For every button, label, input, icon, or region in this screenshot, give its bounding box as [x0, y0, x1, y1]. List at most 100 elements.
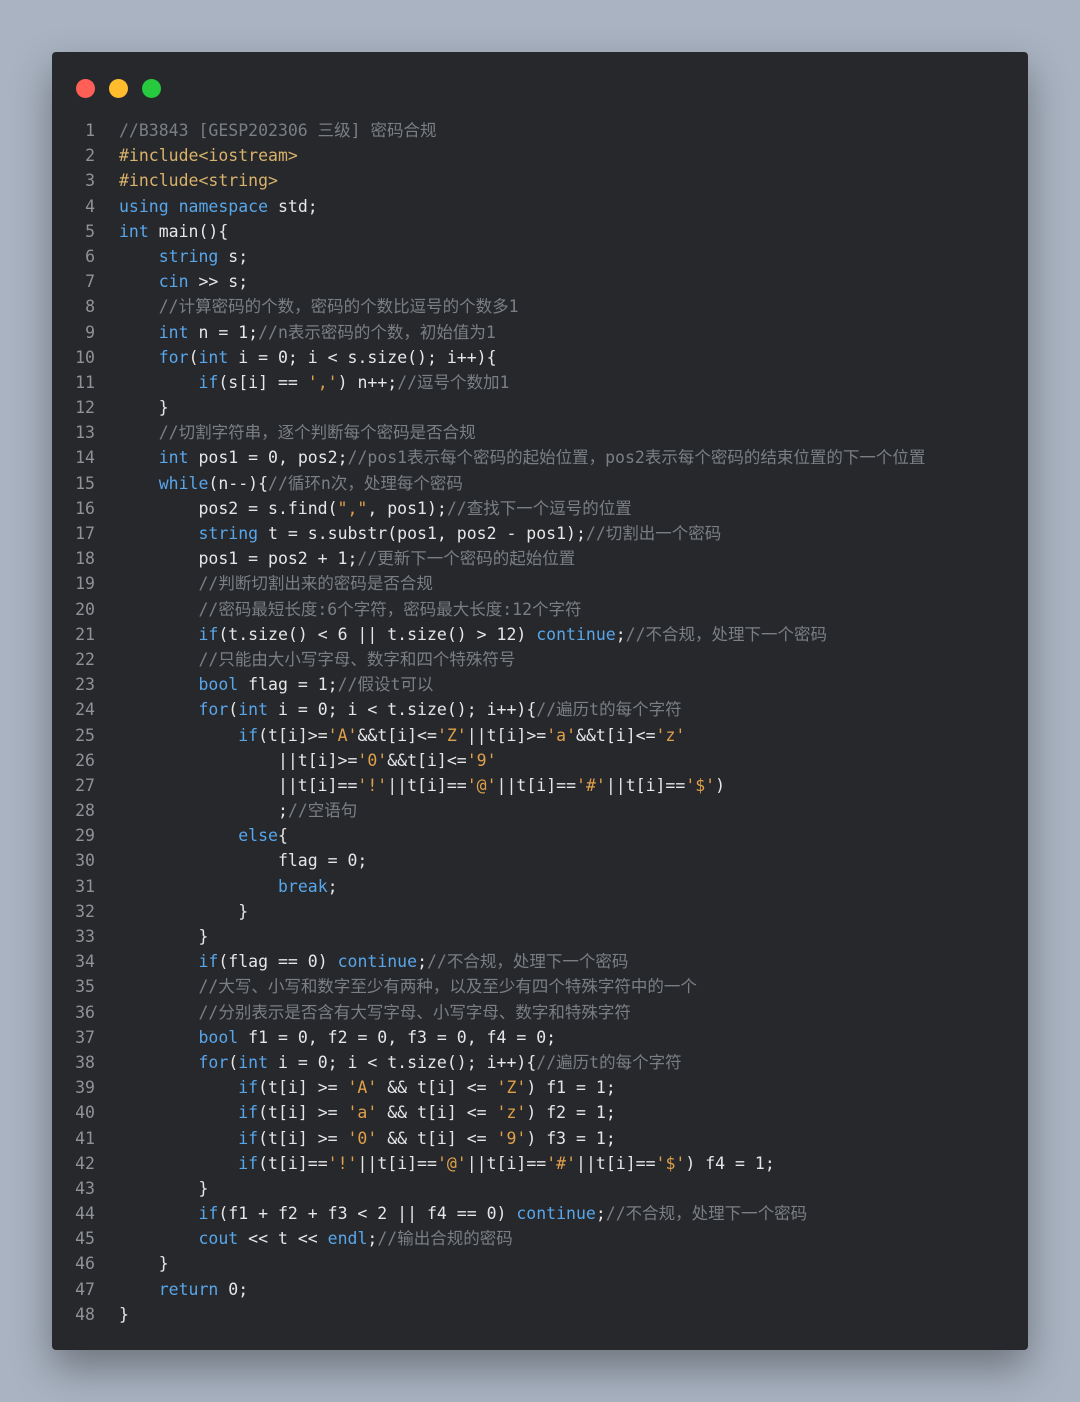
- code-text: flag = 0;: [119, 851, 368, 871]
- code-line: 46 }: [52, 1251, 1028, 1276]
- code-line: 6 string s;: [52, 244, 1028, 269]
- code-text: string s;: [158, 246, 249, 266]
- line-number: 48: [75, 1304, 95, 1324]
- line-number: 32: [75, 901, 95, 921]
- code-text: int n = 1;//n表示密码的个数，初始值为1: [158, 322, 496, 342]
- line-number: 35: [75, 977, 95, 997]
- code-line: 4 using namespace std;: [52, 194, 1028, 219]
- line-number: 5: [85, 221, 95, 241]
- line-number: 8: [85, 297, 95, 317]
- minimize-dot[interactable]: [109, 79, 128, 98]
- close-dot[interactable]: [76, 79, 95, 98]
- code-line: 16 pos2 = s.find(",", pos1);//查找下一个逗号的位置: [52, 496, 1028, 521]
- window-controls: [76, 79, 161, 98]
- code-line: 33 }: [52, 924, 1028, 949]
- line-number: 44: [75, 1204, 95, 1224]
- line-number: 16: [75, 498, 95, 518]
- code-text: }: [119, 1178, 209, 1198]
- code-text: #include<iostream>: [119, 146, 298, 166]
- code-text: return 0;: [158, 1279, 249, 1299]
- code-line: 32 }: [52, 899, 1028, 924]
- line-number: 26: [75, 750, 95, 770]
- code-text: while(n--){//循环n次，处理每个密码: [158, 473, 463, 493]
- code-text: //切割字符串，逐个判断每个密码是否合规: [158, 423, 476, 443]
- code-text: cin >> s;: [158, 272, 249, 292]
- code-line: 29 else{: [52, 823, 1028, 848]
- line-number: 40: [75, 1103, 95, 1123]
- code-line: 47 return 0;: [52, 1277, 1028, 1302]
- zoom-dot[interactable]: [142, 79, 161, 98]
- code-line: 31 break;: [52, 874, 1028, 899]
- code-line: 5 int main(){: [52, 219, 1028, 244]
- code-text: if(f1 + f2 + f3 < 2 || f4 == 0) continue…: [198, 1204, 808, 1224]
- code-text: ||t[i]>='0'&&t[i]<='9': [119, 750, 497, 770]
- code-line: 1 //B3843 [GESP202306 三级] 密码合规: [52, 118, 1028, 143]
- line-number: 29: [75, 826, 95, 846]
- code-window: 1 //B3843 [GESP202306 三级] 密码合规 2 #include<i…: [52, 52, 1028, 1350]
- code-line: 39 if(t[i] >= 'A' && t[i] <= 'Z') f1 = 1…: [52, 1075, 1028, 1100]
- line-number: 10: [75, 347, 95, 367]
- code-line: 14 int pos1 = 0, pos2;//pos1表示每个密码的起始位置，…: [52, 445, 1028, 470]
- code-text: int main(){: [119, 221, 229, 241]
- code-text: //计算密码的个数，密码的个数比逗号的个数多1: [158, 297, 519, 317]
- line-number: 4: [85, 196, 95, 216]
- line-number: 18: [75, 549, 95, 569]
- code-line: 12 }: [52, 395, 1028, 420]
- code-line: 20 //密码最短长度:6个字符，密码最大长度:12个字符: [52, 597, 1028, 622]
- code-text: }: [119, 927, 209, 946]
- code-text: if(t.size() < 6 || t.size() > 12) contin…: [198, 624, 828, 644]
- code-line: 23 bool flag = 1;//假设t可以: [52, 672, 1028, 697]
- line-number: 7: [85, 272, 95, 292]
- line-number: 45: [75, 1229, 95, 1249]
- code-text: //判断切割出来的密码是否合规: [198, 574, 433, 594]
- code-text: if(t[i] >= 'A' && t[i] <= 'Z') f1 = 1;: [238, 1078, 616, 1098]
- code-text: for(int i = 0; i < t.size(); i++){//遍历t的…: [198, 700, 682, 720]
- code-text: }: [119, 901, 249, 921]
- line-number: 12: [75, 398, 95, 418]
- line-number: 28: [75, 801, 95, 821]
- code-line: 42 if(t[i]=='!'||t[i]=='@'||t[i]=='#'||t…: [52, 1151, 1028, 1176]
- line-number: 38: [75, 1052, 95, 1072]
- code-line: 10 for(int i = 0; i < s.size(); i++){: [52, 345, 1028, 370]
- code-text: int pos1 = 0, pos2;//pos1表示每个密码的起始位置，pos…: [158, 448, 926, 468]
- line-number: 25: [75, 725, 95, 745]
- code-text: #include<string>: [119, 171, 278, 191]
- line-number: 3: [85, 171, 95, 191]
- code-line: 40 if(t[i] >= 'a' && t[i] <= 'z') f2 = 1…: [52, 1100, 1028, 1125]
- code-text: //大写、小写和数字至少有两种，以及至少有四个特殊字符中的一个: [198, 977, 697, 997]
- code-text: //只能由大小写字母、数字和四个特殊符号: [198, 649, 516, 669]
- code-text: using namespace std;: [119, 196, 318, 216]
- code-line: 34 if(flag == 0) continue;//不合规，处理下一个密码: [52, 949, 1028, 974]
- line-number: 2: [85, 146, 95, 166]
- line-number: 47: [75, 1279, 95, 1299]
- line-number: 24: [75, 700, 95, 720]
- code-line: 45 cout << t << endl;//输出合规的密码: [52, 1226, 1028, 1251]
- code-editor[interactable]: 1 //B3843 [GESP202306 三级] 密码合规 2 #include<i…: [52, 118, 1028, 1327]
- code-line: 25 if(t[i]>='A'&&t[i]<='Z'||t[i]>='a'&&t…: [52, 723, 1028, 748]
- line-number: 19: [75, 574, 95, 594]
- code-line: 19 //判断切割出来的密码是否合规: [52, 571, 1028, 596]
- code-line: 26 ||t[i]>='0'&&t[i]<='9': [52, 748, 1028, 773]
- code-line: 36 //分别表示是否含有大写字母、小写字母、数字和特殊字符: [52, 1000, 1028, 1025]
- line-number: 11: [75, 372, 95, 392]
- line-number: 34: [75, 952, 95, 972]
- code-text: bool f1 = 0, f2 = 0, f3 = 0, f4 = 0;: [198, 1027, 557, 1047]
- line-number: 15: [75, 473, 95, 493]
- code-line: 18 pos1 = pos2 + 1;//更新下一个密码的起始位置: [52, 546, 1028, 571]
- code-text: pos2 = s.find(",", pos1);//查找下一个逗号的位置: [119, 498, 632, 518]
- code-line: 43 }: [52, 1176, 1028, 1201]
- code-line: 28 ;//空语句: [52, 798, 1028, 823]
- code-text: else{: [238, 826, 288, 846]
- code-line: 44 if(f1 + f2 + f3 < 2 || f4 == 0) conti…: [52, 1201, 1028, 1226]
- line-number: 6: [85, 246, 95, 266]
- line-number: 36: [75, 1002, 95, 1022]
- line-number: 30: [75, 851, 95, 871]
- code-line: 7 cin >> s;: [52, 269, 1028, 294]
- line-number: 31: [75, 876, 95, 896]
- code-text: if(t[i]=='!'||t[i]=='@'||t[i]=='#'||t[i]…: [238, 1153, 775, 1173]
- code-line: 27 ||t[i]=='!'||t[i]=='@'||t[i]=='#'||t[…: [52, 773, 1028, 798]
- code-text: ||t[i]=='!'||t[i]=='@'||t[i]=='#'||t[i]=…: [119, 775, 726, 795]
- line-number: 22: [75, 649, 95, 669]
- line-number: 46: [75, 1254, 95, 1274]
- code-text: }: [119, 1254, 169, 1274]
